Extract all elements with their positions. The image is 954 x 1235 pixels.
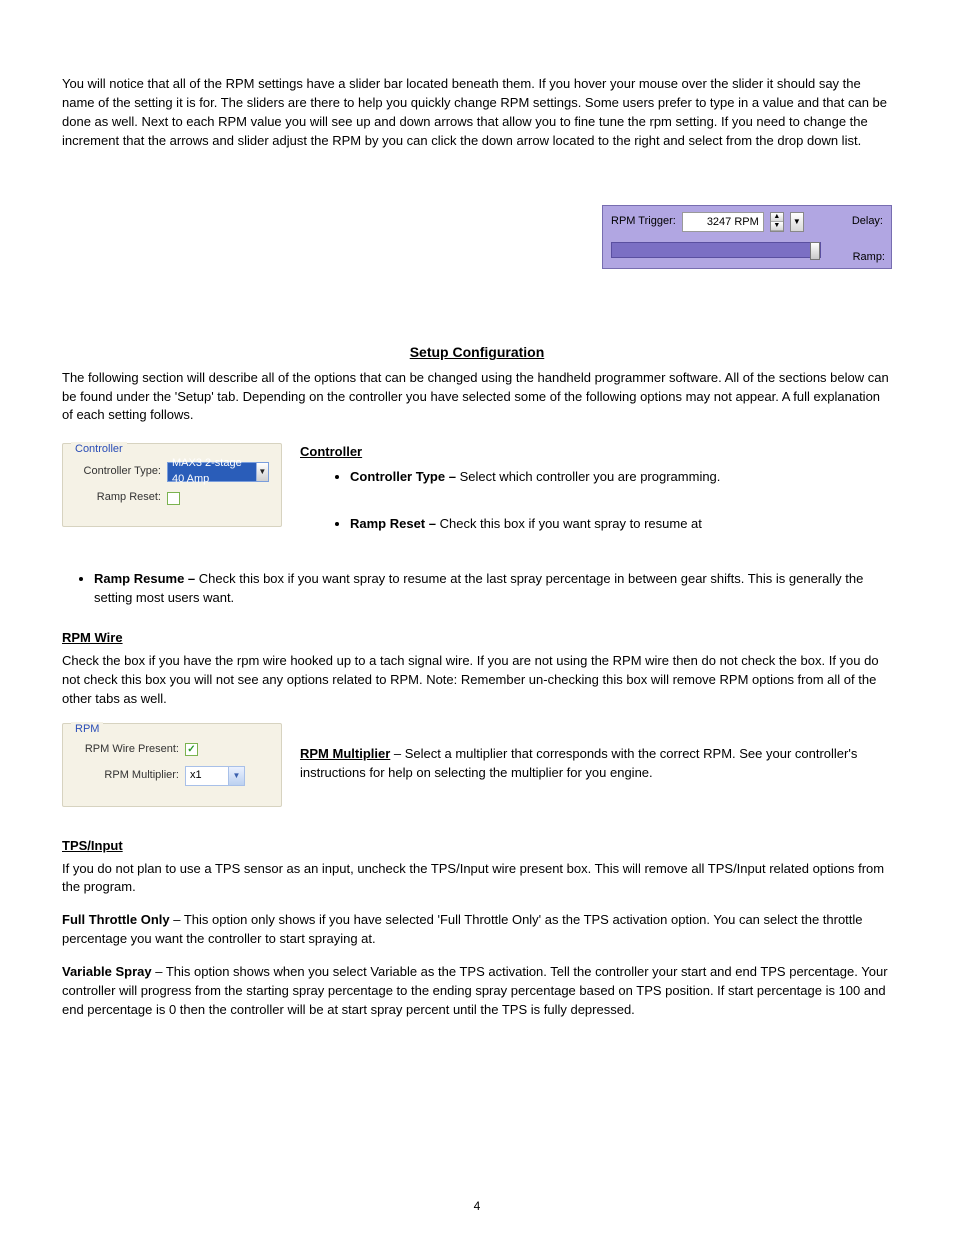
bullet-controller-type: Controller Type – Select which controlle…	[350, 468, 892, 487]
tps-para2: Full Throttle Only – This option only sh…	[62, 911, 892, 949]
rpm-legend: RPM	[71, 722, 103, 738]
rpm-wire-paragraph: Check the box if you have the rpm wire h…	[62, 652, 892, 709]
ramp-label: Ramp:	[853, 250, 885, 266]
controller-type-value: MAX3 2-stage 40 Amp	[172, 456, 256, 488]
rpm-groupbox: RPM RPM Wire Present: ✓ RPM Multiplier: …	[62, 723, 282, 807]
rpm-multiplier-value: x1	[190, 768, 202, 784]
controller-legend: Controller	[71, 442, 127, 458]
rpm-wire-present-checkbox[interactable]: ✓	[185, 743, 198, 756]
controller-type-label: Controller Type:	[75, 464, 167, 480]
setup-paragraph: The following section will describe all …	[62, 369, 892, 426]
tps-para1: If you do not plan to use a TPS sensor a…	[62, 860, 892, 898]
tps-input-heading: TPS/Input	[62, 837, 892, 856]
rpm-multiplier-select[interactable]: x1 ▼	[185, 766, 245, 786]
controller-right-heading: Controller	[300, 443, 892, 462]
rpm-wire-present-label: RPM Wire Present:	[75, 742, 185, 758]
rpm-increment-dropdown[interactable]: ▼	[790, 212, 804, 232]
spinner-up-icon[interactable]: ▲	[771, 213, 783, 222]
rpm-spinner[interactable]: ▲ ▼	[770, 212, 784, 232]
bullet-ramp-reset: Ramp Reset – Check this box if you want …	[350, 515, 892, 534]
rpm-wire-heading: RPM Wire	[62, 629, 892, 648]
rpm-multiplier-label: RPM Multiplier:	[75, 768, 185, 784]
rpm-slider-thumb[interactable]	[810, 242, 820, 260]
spinner-down-icon[interactable]: ▼	[771, 222, 783, 231]
controller-type-select[interactable]: MAX3 2-stage 40 Amp ▼	[167, 462, 269, 482]
rpm-multiplier-text: RPM Multiplier – Select a multiplier tha…	[300, 745, 892, 783]
controller-groupbox: Controller Controller Type: MAX3 2-stage…	[62, 443, 282, 527]
chevron-down-icon[interactable]: ▼	[228, 767, 244, 785]
delay-label: Delay:	[852, 214, 883, 230]
tps-para3: Variable Spray – This option shows when …	[62, 963, 892, 1020]
rpm-trigger-input[interactable]	[682, 212, 764, 232]
rpm-trigger-label: RPM Trigger:	[611, 214, 676, 230]
setup-heading: Setup Configuration	[62, 342, 892, 362]
rpm-trigger-panel: RPM Trigger: ▲ ▼ ▼ Delay: Ramp:	[602, 205, 892, 269]
rpm-slider[interactable]	[611, 242, 821, 258]
chevron-down-icon[interactable]: ▼	[256, 463, 268, 481]
ramp-reset-checkbox[interactable]	[167, 492, 180, 505]
intro-paragraph: You will notice that all of the RPM sett…	[62, 75, 892, 150]
bullet-ramp-resume: Ramp Resume – Check this box if you want…	[94, 570, 892, 608]
page-number: 4	[0, 1199, 954, 1213]
ramp-reset-label: Ramp Reset:	[75, 490, 167, 506]
